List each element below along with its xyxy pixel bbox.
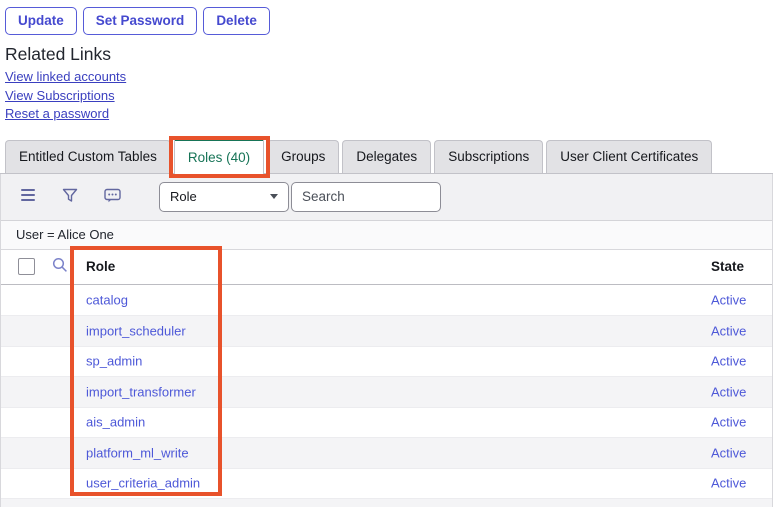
form-action-buttons: UpdateSet PasswordDelete xyxy=(0,0,773,35)
state-cell[interactable]: Active xyxy=(711,323,746,338)
tab-roles-40[interactable]: Roles (40) xyxy=(174,137,264,174)
search-input[interactable] xyxy=(291,182,441,212)
table-row: sp_admin Active xyxy=(1,346,772,377)
breadcrumb-row: User = Alice One xyxy=(1,221,772,250)
delete-button[interactable]: Delete xyxy=(203,7,270,35)
column-header-role[interactable]: Role xyxy=(86,259,115,274)
filter-icon xyxy=(62,188,78,206)
table-row: catalog Active xyxy=(1,285,772,316)
reset-a-password-link[interactable]: Reset a password xyxy=(5,106,773,123)
chevron-down-icon xyxy=(270,194,278,199)
tab-groups[interactable]: Groups xyxy=(267,140,339,173)
related-lists-tabstrip: Entitled Custom Tables Roles (40) Groups… xyxy=(0,140,773,174)
search-field-select-value: Role xyxy=(170,189,197,204)
state-cell[interactable]: Active xyxy=(711,445,746,460)
feedback-button[interactable] xyxy=(104,188,121,206)
related-links-list: View linked accounts View SubscriptionsRe… xyxy=(5,69,773,123)
role-link-cell[interactable]: user_criteria_admin xyxy=(86,476,200,491)
related-links-heading: Related Links xyxy=(5,44,773,65)
role-link-cell[interactable]: platform_ml_write xyxy=(86,445,189,460)
role-link-cell[interactable]: ais_admin xyxy=(86,415,145,430)
update-button[interactable]: Update xyxy=(5,7,77,35)
tab-delegates[interactable]: Delegates xyxy=(342,140,431,173)
column-header-state[interactable]: State xyxy=(711,259,744,274)
breadcrumb[interactable]: User = Alice One xyxy=(16,227,114,242)
role-link-cell[interactable]: import_scheduler xyxy=(86,323,186,338)
set-password-button[interactable]: Set Password xyxy=(83,7,198,35)
table-header-row: Role State xyxy=(1,250,772,285)
state-cell[interactable]: Active xyxy=(711,476,746,491)
table-row: ais_admin Active xyxy=(1,407,772,438)
table-row-partial xyxy=(1,498,772,507)
tab-entitled-custom-tables[interactable]: Entitled Custom Tables xyxy=(5,140,171,173)
column-search-button[interactable] xyxy=(52,257,68,276)
state-cell[interactable]: Active xyxy=(711,384,746,399)
table-row: user_criteria_admin Active xyxy=(1,468,772,499)
state-cell[interactable]: Active xyxy=(711,415,746,430)
list-menu-icon xyxy=(21,189,36,204)
role-link-cell[interactable]: import_transformer xyxy=(86,384,196,399)
select-all-checkbox[interactable] xyxy=(18,258,35,275)
record-related-lists-page: UpdateSet PasswordDelete Related Links V… xyxy=(0,0,773,507)
table-row: import_scheduler Active xyxy=(1,315,772,346)
feedback-icon xyxy=(104,188,121,206)
state-cell[interactable]: Active xyxy=(711,354,746,369)
list-menu-button[interactable] xyxy=(21,189,36,204)
role-link-cell[interactable]: sp_admin xyxy=(86,354,142,369)
tab-subscriptions[interactable]: Subscriptions xyxy=(434,140,543,173)
table-row: platform_ml_write Active xyxy=(1,437,772,468)
view-linked-accounts-link[interactable]: View linked accounts xyxy=(5,69,773,86)
search-field-select[interactable]: Role xyxy=(159,182,289,212)
table-body: catalog Active import_scheduler Active s… xyxy=(1,285,772,499)
role-link-cell[interactable]: catalog xyxy=(86,292,128,307)
table-row: import_transformer Active xyxy=(1,376,772,407)
view-subscriptions-link[interactable]: View Subscriptions xyxy=(5,88,773,105)
roles-list-panel: Role User = Alice One Role State catalog… xyxy=(0,174,773,507)
tab-user-client-certificates[interactable]: User Client Certificates xyxy=(546,140,712,173)
search-icon xyxy=(52,257,68,276)
list-toolbar: Role xyxy=(1,174,772,221)
state-cell[interactable]: Active xyxy=(711,292,746,307)
filter-button[interactable] xyxy=(62,188,78,206)
